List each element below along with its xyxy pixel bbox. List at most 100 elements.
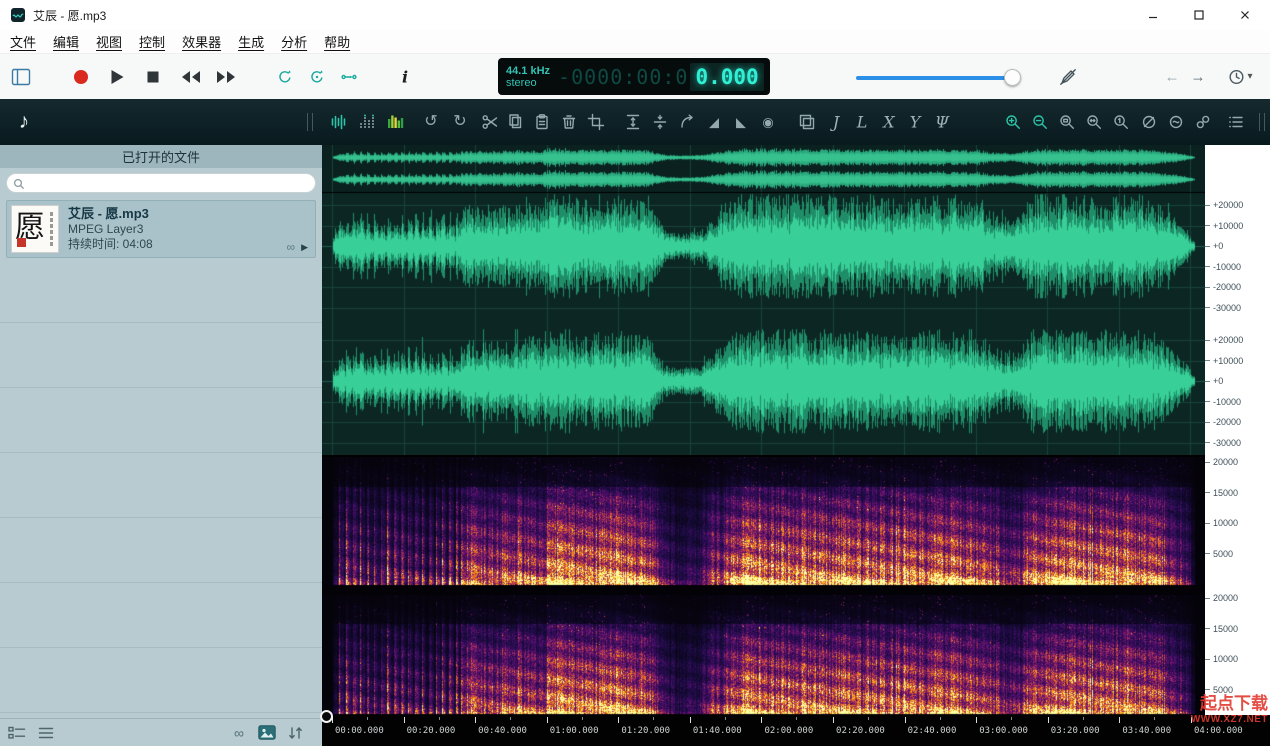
files-tab-music-note-icon[interactable]: ♪ (19, 110, 30, 134)
rewind-button[interactable] (181, 70, 201, 84)
duplicate-frame-icon[interactable] (798, 113, 816, 131)
normalize-icon[interactable]: ◉ (762, 116, 773, 129)
undo-icon[interactable]: ↺ (424, 114, 437, 130)
loop-playback-icon[interactable] (276, 68, 294, 86)
timeline-label: 01:40.000 (690, 715, 762, 736)
file-meta: 艾辰 - 愿.mp3 MPEG Layer3 持续时间: 04:08 (68, 206, 153, 252)
zoom-fit-icon[interactable] (1058, 113, 1076, 131)
redo-icon[interactable]: ↻ (453, 114, 466, 130)
draw-tool-disabled-icon[interactable] (1059, 68, 1077, 86)
fade-in-icon[interactable]: ◢ (709, 116, 719, 129)
envelope-curve-psi-icon[interactable]: Ψ (935, 113, 949, 132)
frequency-scale-right: 2000015000100005000 (1205, 583, 1270, 705)
close-button[interactable] (1228, 4, 1262, 26)
detail-list-view-icon[interactable] (8, 726, 26, 740)
menu-item[interactable]: 视图 (96, 32, 122, 51)
timeline-label: 00:00.000 (332, 715, 404, 736)
menu-item[interactable]: 控制 (139, 32, 165, 51)
play-through-icon[interactable] (340, 68, 358, 86)
fast-forward-button[interactable] (216, 70, 236, 84)
timeline-label: 04:00.000 (1191, 715, 1263, 736)
amplitude-tick: +20000 (1205, 195, 1270, 216)
file-title: 艾辰 - 愿.mp3 (68, 206, 153, 222)
navigate-forward-icon[interactable]: → (1191, 68, 1206, 85)
playhead-marker[interactable] (320, 710, 333, 723)
amplitude-tick: +10000 (1205, 216, 1270, 237)
amplitude-tick: -20000 (1205, 412, 1270, 433)
cut-icon[interactable] (481, 113, 499, 131)
waveform-view[interactable] (322, 145, 1205, 455)
maximize-button[interactable] (1182, 4, 1216, 26)
titlebar[interactable]: 艾辰 - 愿.mp3 (0, 0, 1270, 31)
loop-selection-icon[interactable] (308, 68, 326, 86)
volume-slider-thumb[interactable] (1004, 69, 1021, 86)
link-channels-icon[interactable] (1194, 113, 1212, 131)
envelope-curve-x-icon[interactable]: X (883, 113, 894, 132)
menu-item[interactable]: 帮助 (324, 32, 350, 51)
spectrogram-view-icon[interactable] (386, 113, 404, 131)
edit-toolbar: ♪ ↺ ↻ (0, 99, 1270, 145)
amplitude-tick: +0 (1205, 371, 1270, 392)
amplitude-tick: -20000 (1205, 277, 1270, 298)
time-display: 0.000 (690, 63, 763, 91)
tracks-menu-icon[interactable] (1227, 113, 1245, 131)
search-input[interactable] (6, 173, 316, 193)
volume-slider-track[interactable] (856, 76, 1016, 80)
minimize-button[interactable] (1136, 4, 1170, 26)
panel-toggle-icon[interactable] (11, 68, 31, 86)
envelope-curve-j-icon[interactable]: J (833, 113, 839, 132)
revert-curve-icon[interactable] (678, 113, 696, 131)
snap-zero-crossing-icon[interactable] (1167, 113, 1185, 131)
bars-view-icon[interactable] (358, 113, 376, 131)
navigate-back-icon[interactable]: ← (1165, 68, 1180, 85)
menu-item[interactable]: 文件 (10, 32, 36, 51)
file-play-icon[interactable]: ▶ (301, 243, 308, 252)
history-icon[interactable]: ▾ (1227, 68, 1252, 86)
waveform-view-icon[interactable] (330, 113, 348, 131)
record-button[interactable] (73, 69, 89, 85)
crop-icon[interactable] (587, 113, 605, 131)
toolbar-grip-right[interactable] (1259, 113, 1265, 131)
link-files-icon[interactable]: ∞ (234, 726, 244, 740)
album-art-side-text (50, 212, 53, 246)
zoom-selection-icon[interactable] (1085, 113, 1103, 131)
play-button[interactable] (110, 69, 125, 85)
envelope-curve-y-icon[interactable]: Y (910, 113, 921, 132)
frequency-tick: 20000 (1205, 447, 1270, 478)
file-list-empty-rows[interactable] (0, 258, 322, 718)
zoom-one-to-one-icon[interactable] (1112, 113, 1130, 131)
file-item-icons: ∞ ▶ (287, 241, 308, 253)
split-channels-icon[interactable] (651, 113, 669, 131)
frequency-tick: 10000 (1205, 508, 1270, 539)
file-list-item[interactable]: 愿 艾辰 - 愿.mp3 MPEG Layer3 持续时间: 04:08 ∞ ▶ (6, 200, 316, 258)
timeline-ruler[interactable]: 00:00.00000:20.00000:40.00001:00.00001:2… (322, 715, 1270, 746)
toolbar-grip[interactable] (307, 113, 313, 131)
timeline-label: 01:00.000 (547, 715, 619, 736)
stop-button[interactable] (147, 70, 160, 83)
menu-item[interactable]: 生成 (238, 32, 264, 51)
info-icon[interactable]: i (402, 67, 408, 86)
fit-vertical-icon[interactable] (624, 113, 642, 131)
volume-slider[interactable] (856, 68, 1022, 86)
fade-out-icon[interactable]: ◣ (736, 116, 746, 129)
main-toolbar: i 44.1 kHz stereo -0000:00:0 0.000 ← → ▾ (0, 54, 1270, 100)
zoom-in-icon[interactable] (1004, 113, 1022, 131)
amplitude-scale-left: +20000+10000+0-10000-20000-30000 (1205, 195, 1270, 318)
compact-list-view-icon[interactable] (38, 726, 54, 740)
menu-item[interactable]: 效果器 (182, 32, 221, 51)
snap-disabled-icon[interactable] (1140, 113, 1158, 131)
copy-icon[interactable] (507, 113, 525, 131)
envelope-curve-l-icon[interactable]: L (857, 113, 868, 132)
file-link-icon[interactable]: ∞ (287, 241, 296, 253)
spectrogram-view[interactable] (322, 457, 1205, 715)
history-dropdown-caret[interactable]: ▾ (1247, 71, 1252, 82)
zoom-out-icon[interactable] (1031, 113, 1049, 131)
paste-icon[interactable] (533, 113, 551, 131)
show-artwork-icon[interactable] (258, 725, 276, 740)
search-box (0, 168, 322, 198)
menu-item[interactable]: 分析 (281, 32, 307, 51)
delete-icon[interactable] (560, 113, 578, 131)
sort-files-icon[interactable] (287, 725, 304, 741)
timeline-label: 03:00.000 (976, 715, 1048, 736)
menu-item[interactable]: 编辑 (53, 32, 79, 51)
